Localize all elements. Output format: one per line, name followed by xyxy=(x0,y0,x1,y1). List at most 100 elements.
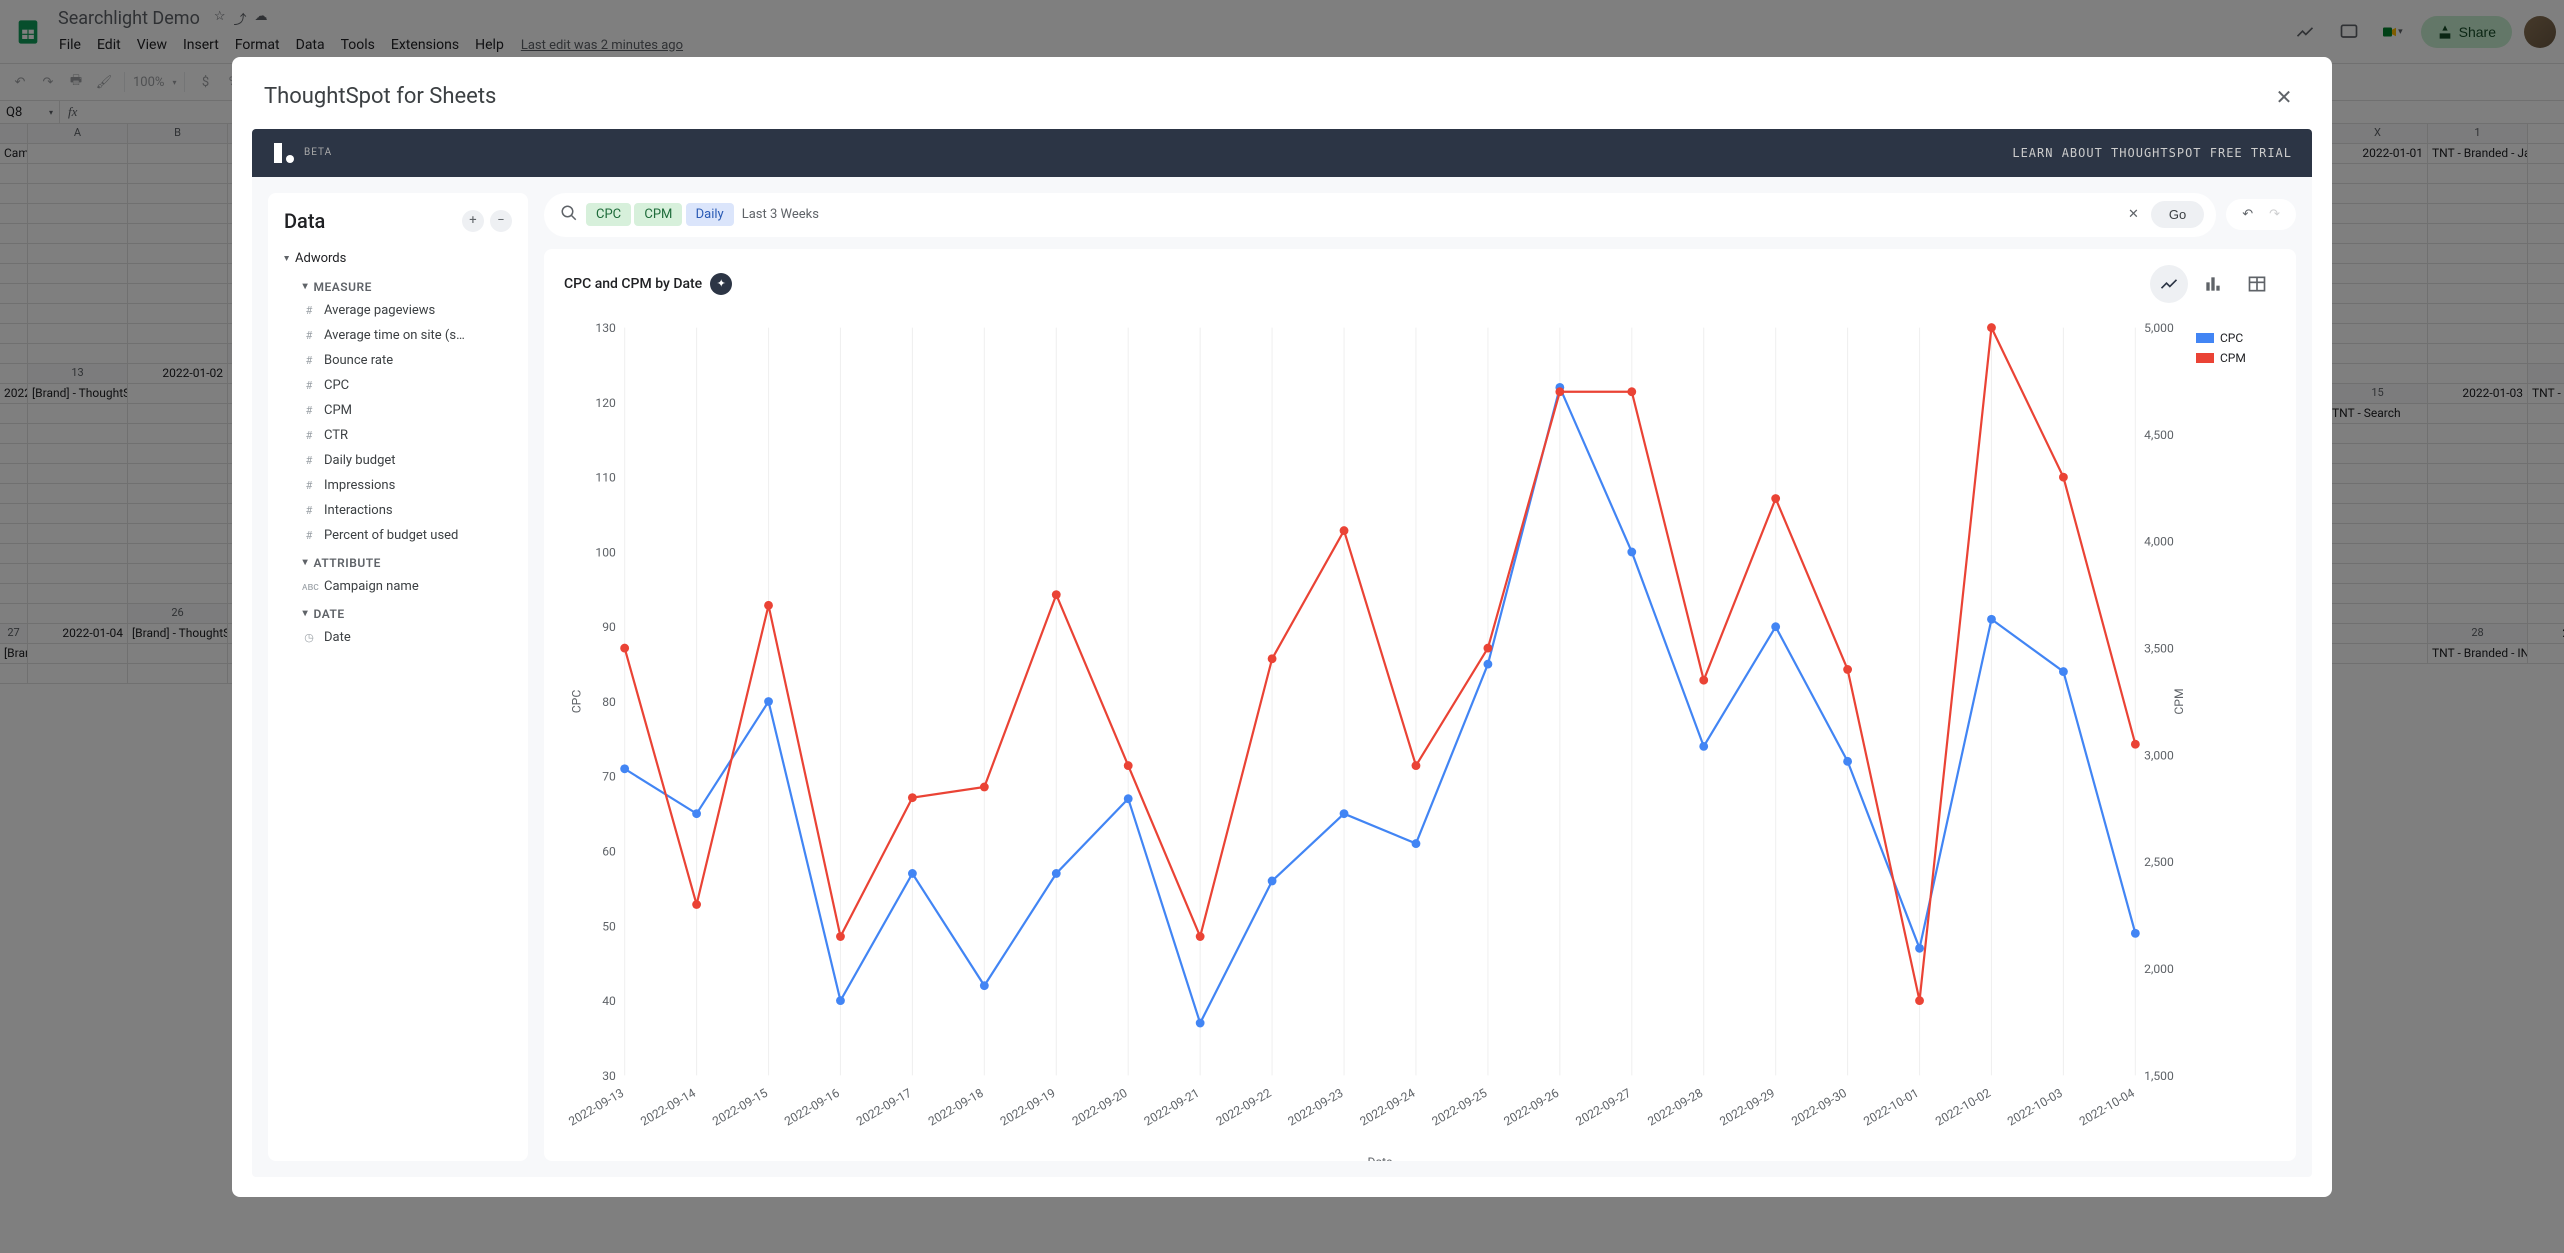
svg-text:5,000: 5,000 xyxy=(2144,321,2174,335)
search-box[interactable]: CPC CPM Daily Last 3 Weeks ✕ Go xyxy=(544,193,2216,237)
svg-text:40: 40 xyxy=(602,994,616,1008)
svg-text:2022-09-14: 2022-09-14 xyxy=(638,1085,698,1128)
svg-text:2022-10-02: 2022-10-02 xyxy=(1933,1085,1993,1128)
svg-text:2,000: 2,000 xyxy=(2144,961,2174,975)
svg-text:2022-09-16: 2022-09-16 xyxy=(782,1085,842,1128)
svg-text:2022-09-18: 2022-09-18 xyxy=(926,1085,986,1128)
hash-icon: # xyxy=(302,354,316,367)
measure-section[interactable]: ▸ MEASURE xyxy=(284,272,512,298)
field-interactions[interactable]: #Interactions xyxy=(284,498,512,523)
ai-badge-icon[interactable]: ✦ xyxy=(710,273,732,295)
svg-text:80: 80 xyxy=(602,694,616,708)
hash-icon: # xyxy=(302,479,316,492)
svg-text:100: 100 xyxy=(595,545,616,559)
field-average-pageviews[interactable]: #Average pageviews xyxy=(284,298,512,323)
svg-text:2022-09-13: 2022-09-13 xyxy=(566,1085,626,1128)
remove-source-button[interactable]: − xyxy=(490,210,512,232)
add-source-button[interactable]: + xyxy=(462,210,484,232)
svg-text:2,500: 2,500 xyxy=(2144,855,2174,869)
clear-search-icon[interactable]: ✕ xyxy=(2124,203,2143,226)
svg-text:2022-09-30: 2022-09-30 xyxy=(1789,1085,1849,1128)
line-chart-button[interactable] xyxy=(2150,265,2188,303)
date-section[interactable]: ▸ DATE xyxy=(284,599,512,625)
field-campaign-name[interactable]: ᴀʙᴄCampaign name xyxy=(284,574,512,599)
search-pill-daily[interactable]: Daily xyxy=(686,203,734,226)
modal-overlay: ThoughtSpot for Sheets ✕ BETA LEARN ABOU… xyxy=(0,0,2564,1253)
svg-text:3,000: 3,000 xyxy=(2144,748,2174,762)
field-ctr[interactable]: #CTR xyxy=(284,423,512,448)
chevron-down-icon: ▸ xyxy=(299,284,310,290)
svg-text:CPC: CPC xyxy=(570,689,584,713)
search-icon xyxy=(560,204,578,226)
hash-icon: # xyxy=(302,454,316,467)
table-view-button[interactable] xyxy=(2238,265,2276,303)
svg-text:3,500: 3,500 xyxy=(2144,641,2174,655)
svg-text:90: 90 xyxy=(602,620,616,634)
chart-card: CPC and CPM by Date ✦ 304050607080901001… xyxy=(544,249,2296,1161)
svg-text:130: 130 xyxy=(595,321,616,335)
close-icon[interactable]: ✕ xyxy=(2268,81,2300,113)
hash-icon: # xyxy=(302,429,316,442)
svg-text:4,500: 4,500 xyxy=(2144,427,2174,441)
svg-text:70: 70 xyxy=(602,769,616,783)
svg-text:2022-09-26: 2022-09-26 xyxy=(1501,1085,1561,1128)
chevron-down-icon: ▸ xyxy=(299,611,310,617)
chevron-down-icon: ▸ xyxy=(299,560,310,566)
field-cpc[interactable]: #CPC xyxy=(284,373,512,398)
svg-text:2022-09-19: 2022-09-19 xyxy=(998,1085,1058,1128)
modal-title: ThoughtSpot for Sheets xyxy=(264,84,496,109)
svg-text:CPM: CPM xyxy=(2172,688,2186,714)
data-source-adwords[interactable]: ▸ Adwords xyxy=(284,245,512,272)
svg-text:Date: Date xyxy=(1368,1155,1393,1161)
clock-icon: ◷ xyxy=(302,631,316,644)
data-panel: Data + − ▸ Adwords ▸ MEASURE #Aver xyxy=(268,193,528,1161)
hash-icon: # xyxy=(302,329,316,342)
search-text: Last 3 Weeks xyxy=(742,207,819,222)
field-daily-budget[interactable]: #Daily budget xyxy=(284,448,512,473)
text-icon: ᴀʙᴄ xyxy=(302,580,316,593)
field-cpm[interactable]: #CPM xyxy=(284,398,512,423)
svg-text:4,000: 4,000 xyxy=(2144,534,2174,548)
svg-text:2022-09-24: 2022-09-24 xyxy=(1358,1085,1418,1128)
svg-text:2022-09-20: 2022-09-20 xyxy=(1070,1085,1130,1128)
svg-text:2022-09-22: 2022-09-22 xyxy=(1214,1085,1274,1128)
svg-text:30: 30 xyxy=(602,1068,616,1082)
thoughtspot-modal: ThoughtSpot for Sheets ✕ BETA LEARN ABOU… xyxy=(232,57,2332,1197)
search-pill-cpm[interactable]: CPM xyxy=(634,203,682,226)
svg-text:2022-09-25: 2022-09-25 xyxy=(1429,1085,1489,1128)
svg-text:2022-10-04: 2022-10-04 xyxy=(2077,1085,2137,1128)
undo-query-icon[interactable]: ↶ xyxy=(2236,205,2259,224)
search-pill-cpc[interactable]: CPC xyxy=(586,203,631,226)
svg-text:2022-10-01: 2022-10-01 xyxy=(1861,1085,1921,1128)
svg-text:50: 50 xyxy=(602,919,616,933)
hash-icon: # xyxy=(302,379,316,392)
attribute-section[interactable]: ▸ ATTRIBUTE xyxy=(284,548,512,574)
legend-item-cpc: CPC xyxy=(2196,331,2276,345)
field-date[interactable]: ◷Date xyxy=(284,625,512,650)
field-bounce-rate[interactable]: #Bounce rate xyxy=(284,348,512,373)
chart-legend: CPC CPM xyxy=(2196,311,2276,1161)
field-average-time-on-site-s-[interactable]: #Average time on site (s… xyxy=(284,323,512,348)
learn-link[interactable]: LEARN ABOUT THOUGHTSPOT FREE TRIAL xyxy=(2012,146,2292,160)
legend-item-cpm: CPM xyxy=(2196,351,2276,365)
svg-text:60: 60 xyxy=(602,844,616,858)
hash-icon: # xyxy=(302,504,316,517)
svg-text:2022-09-23: 2022-09-23 xyxy=(1286,1085,1346,1128)
svg-text:2022-09-15: 2022-09-15 xyxy=(710,1085,770,1128)
data-panel-title: Data xyxy=(284,209,325,233)
bar-chart-button[interactable] xyxy=(2194,265,2232,303)
main-area: CPC CPM Daily Last 3 Weeks ✕ Go ↶ ↷ CPC … xyxy=(544,193,2296,1161)
svg-text:2022-10-03: 2022-10-03 xyxy=(2005,1085,2065,1128)
field-impressions[interactable]: #Impressions xyxy=(284,473,512,498)
go-button[interactable]: Go xyxy=(2151,201,2204,228)
ts-header: BETA LEARN ABOUT THOUGHTSPOT FREE TRIAL xyxy=(252,129,2312,177)
redo-query-icon[interactable]: ↷ xyxy=(2263,205,2286,224)
svg-text:120: 120 xyxy=(595,395,616,409)
hash-icon: # xyxy=(302,404,316,417)
field-percent-of-budget-used[interactable]: #Percent of budget used xyxy=(284,523,512,548)
beta-badge: BETA xyxy=(304,147,332,158)
svg-text:110: 110 xyxy=(595,470,616,484)
hash-icon: # xyxy=(302,304,316,317)
svg-text:2022-09-17: 2022-09-17 xyxy=(854,1085,914,1128)
svg-text:2022-09-29: 2022-09-29 xyxy=(1717,1085,1777,1128)
